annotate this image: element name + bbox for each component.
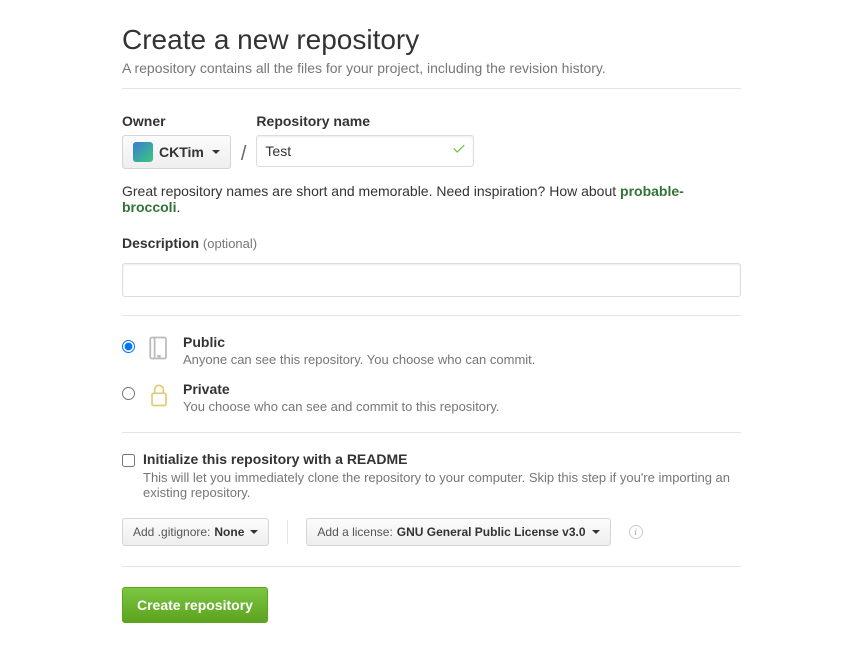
repo-icon [145,334,173,362]
avatar [133,142,153,162]
check-icon [452,142,466,161]
init-readme-desc: This will let you immediately clone the … [143,470,741,500]
divider [122,566,741,567]
chevron-down-icon [592,530,600,534]
divider [122,432,741,433]
owner-username: CKTim [159,144,204,160]
repo-name-label: Repository name [256,113,474,129]
name-hint: Great repository names are short and mem… [122,183,741,215]
owner-label: Owner [122,113,231,129]
private-radio[interactable] [122,387,135,400]
init-readme-checkbox[interactable] [122,454,135,467]
description-input[interactable] [122,263,741,297]
public-desc: Anyone can see this repository. You choo… [183,352,535,367]
description-label: Description (optional) [122,235,741,251]
repo-name-input[interactable] [256,135,474,167]
public-title: Public [183,334,535,350]
gitignore-select-button[interactable]: Add .gitignore: None [122,518,269,546]
info-icon[interactable]: i [629,525,643,539]
page-title: Create a new repository [122,24,741,56]
public-radio[interactable] [122,340,135,353]
license-select-button[interactable]: Add a license: GNU General Public Licens… [306,518,610,546]
lock-icon [145,381,173,409]
chevron-down-icon [250,530,258,534]
private-title: Private [183,381,500,397]
chevron-down-icon [212,150,220,154]
divider [122,315,741,316]
owner-select-button[interactable]: CKTim [122,135,231,169]
slash-separator: / [231,143,257,166]
private-desc: You choose who can see and commit to thi… [183,399,500,414]
divider [122,88,741,89]
divider [287,520,288,544]
page-subhead: A repository contains all the files for … [122,60,741,76]
init-readme-label: Initialize this repository with a README [143,451,741,467]
